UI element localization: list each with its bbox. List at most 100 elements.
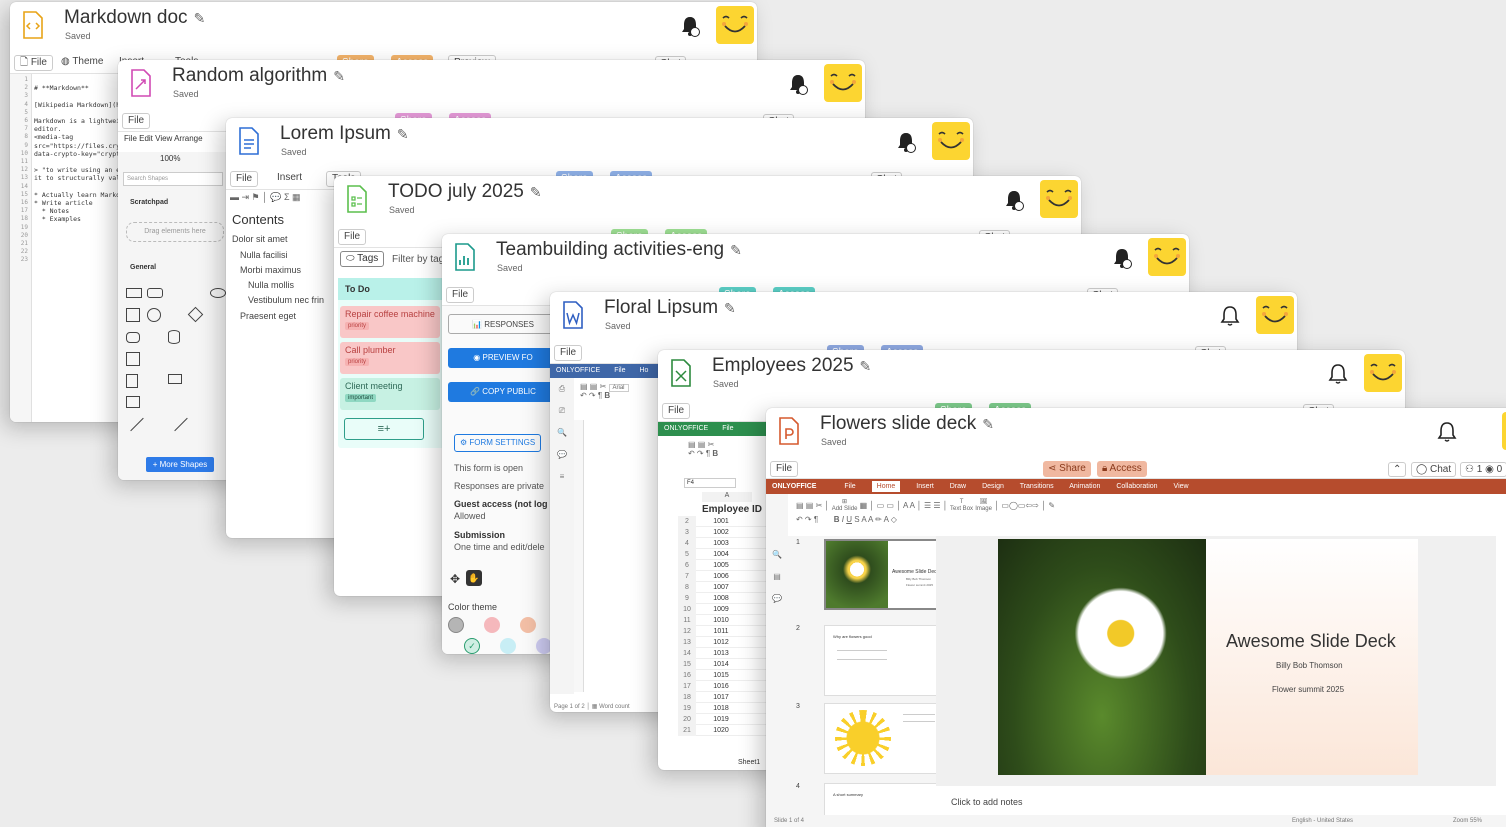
menu-collaboration[interactable]: Collaboration [1116, 483, 1157, 490]
table-row[interactable]: 16 1015 [678, 670, 778, 681]
form-settings-button[interactable]: ⚙ FORM SETTINGS [454, 434, 542, 452]
employee-id-cell[interactable]: 1003 [696, 538, 746, 549]
toc-item[interactable]: Dolor sit amet [232, 234, 288, 244]
tape-shape[interactable] [126, 396, 140, 408]
employee-id-cell[interactable]: 1009 [696, 604, 746, 615]
doc-title[interactable]: Random algorithm ✎ [172, 65, 345, 87]
preview-form-button[interactable]: ◉ PREVIEW FO [448, 348, 558, 368]
color-swatch-grey[interactable] [448, 617, 464, 633]
cylinder-shape[interactable] [168, 330, 180, 344]
avatar[interactable] [1148, 238, 1186, 276]
employee-id-cell[interactable]: 1015 [696, 670, 746, 681]
toc-item[interactable]: Vestibulum nec frin [248, 295, 324, 305]
doc-title[interactable]: Lorem Ipsum ✎ [280, 123, 409, 145]
rename-icon[interactable]: ✎ [730, 242, 742, 258]
file-menu-button[interactable]: File [446, 287, 475, 303]
employee-id-cell[interactable]: 1008 [696, 593, 746, 604]
employee-id-cell[interactable]: 1007 [696, 582, 746, 593]
collapse-button[interactable]: ⌃ [1388, 462, 1407, 477]
share-button[interactable]: ⋖ Share [1043, 461, 1091, 477]
markdown-code[interactable]: # **Markdown** [Wikipedia Markdown](h Ma… [34, 76, 120, 224]
notification-bell-icon[interactable] [1219, 304, 1241, 328]
menu-file[interactable]: File [614, 367, 625, 374]
doc-title[interactable]: TODO july 2025 ✎ [388, 181, 542, 203]
callout-shape[interactable] [168, 374, 182, 384]
line-shape[interactable] [130, 417, 144, 432]
employee-id-cell[interactable]: 1014 [696, 659, 746, 670]
toc-item[interactable]: Praesent eget [240, 311, 296, 321]
scratchpad-dropzone[interactable]: Drag elements here [126, 222, 224, 242]
employee-id-cell[interactable]: 1019 [696, 714, 746, 725]
kanban-card[interactable]: Client meeting important [340, 378, 440, 410]
avatar[interactable] [1364, 354, 1402, 392]
notification-bell-icon[interactable] [1003, 188, 1025, 212]
doc-title[interactable]: Flowers slide deck ✎ [820, 413, 994, 435]
employee-id-cell[interactable]: 1001 [696, 516, 746, 527]
employee-id-cell[interactable]: 1010 [696, 615, 746, 626]
toc-item[interactable]: Morbi maximus [240, 265, 301, 275]
menu-home[interactable]: Home [871, 481, 901, 492]
file-menu-button[interactable]: File [338, 229, 367, 245]
add-slide-button[interactable]: ⊞ Add Slide [832, 499, 858, 513]
table-row[interactable]: 14 1013 [678, 648, 778, 659]
status-zoom[interactable]: Zoom 55% [1453, 815, 1482, 827]
menu-file[interactable]: File [722, 425, 733, 432]
rename-icon[interactable]: ✎ [530, 184, 542, 200]
table-row[interactable]: 11 1010 [678, 615, 778, 626]
column-title[interactable]: To Do [338, 278, 448, 300]
table-row[interactable]: 5 1004 [678, 549, 778, 560]
arrow-shape[interactable] [174, 417, 188, 432]
tags-button[interactable]: ⬭ Tags [340, 251, 385, 267]
drawio-menu[interactable]: File Edit View Arrange [124, 134, 203, 143]
slides-ribbon[interactable]: ▤ ▤ ✂ │ ⊞ Add Slide ▦ │ ▭ ▭ │ A A │ ☰ ☰ │… [796, 499, 1055, 527]
file-menu-button[interactable]: File [122, 113, 151, 129]
table-row[interactable]: 17 1016 [678, 681, 778, 692]
table-row[interactable]: 9 1008 [678, 593, 778, 604]
slide-notes[interactable]: Click to add notes [951, 797, 1023, 807]
notification-bell-icon[interactable] [679, 14, 701, 38]
table-row[interactable]: 21 1020 [678, 725, 778, 736]
scratchpad-label[interactable]: Scratchpad [130, 199, 168, 206]
employee-id-cell[interactable]: 1004 [696, 549, 746, 560]
diamond-shape[interactable] [187, 306, 204, 323]
employee-id-cell[interactable]: 1012 [696, 637, 746, 648]
cell-reference[interactable]: F4 [684, 478, 736, 488]
employee-id-cell[interactable]: 1020 [696, 725, 746, 736]
employee-id-cell[interactable]: 1005 [696, 560, 746, 571]
sheet-ribbon[interactable]: ▤ ▤ ✂ ↶ ↷ ¶ B [688, 440, 718, 458]
slide-title[interactable]: Awesome Slide Deck [1226, 631, 1396, 652]
slide-thumbnail-2[interactable]: Why are flowers good [824, 625, 936, 696]
theme-button[interactable]: ◍ Theme [56, 55, 109, 71]
doc-title[interactable]: Floral Lipsum ✎ [604, 297, 736, 319]
rename-icon[interactable]: ✎ [194, 10, 206, 26]
menu-insert[interactable]: Insert [916, 483, 934, 490]
chat-button[interactable]: ◯ Chat [1411, 462, 1457, 477]
table-row[interactable]: 12 1011 [678, 626, 778, 637]
file-menu-button[interactable]: File [662, 403, 691, 419]
square-shape[interactable] [126, 308, 140, 322]
image-button[interactable]: 🖼︎ Image [975, 499, 992, 513]
avatar[interactable] [1502, 412, 1506, 450]
more-shapes-button[interactable]: + More Shapes [146, 457, 214, 472]
move-icon[interactable]: ✥ [450, 572, 460, 586]
avatar[interactable] [716, 6, 754, 44]
file-menu-button[interactable]: File [230, 171, 259, 187]
notification-bell-icon[interactable] [1111, 246, 1133, 270]
rename-icon[interactable]: ✎ [982, 416, 994, 432]
color-swatch-peach[interactable] [520, 617, 536, 633]
doc-title[interactable]: Employees 2025 ✎ [712, 355, 871, 377]
responses-button[interactable]: 📊 RESPONSES [448, 314, 558, 334]
menu-home[interactable]: Ho [640, 367, 649, 374]
color-swatch-pink[interactable] [484, 617, 500, 633]
table-row[interactable]: 19 1018 [678, 703, 778, 714]
rectangle-shape[interactable] [126, 288, 142, 298]
zoom-level[interactable]: 100% [160, 154, 180, 163]
menu-view[interactable]: View [1174, 483, 1189, 490]
circle-shape[interactable] [147, 308, 161, 322]
employee-id-cell[interactable]: 1002 [696, 527, 746, 538]
table-row[interactable]: 2 1001 [678, 516, 778, 527]
main-slide[interactable]: Awesome Slide Deck Billy Bob Thomson Flo… [998, 539, 1418, 775]
employee-id-cell[interactable]: 1017 [696, 692, 746, 703]
file-menu-button[interactable]: File [554, 345, 583, 361]
table-row[interactable]: 6 1005 [678, 560, 778, 571]
